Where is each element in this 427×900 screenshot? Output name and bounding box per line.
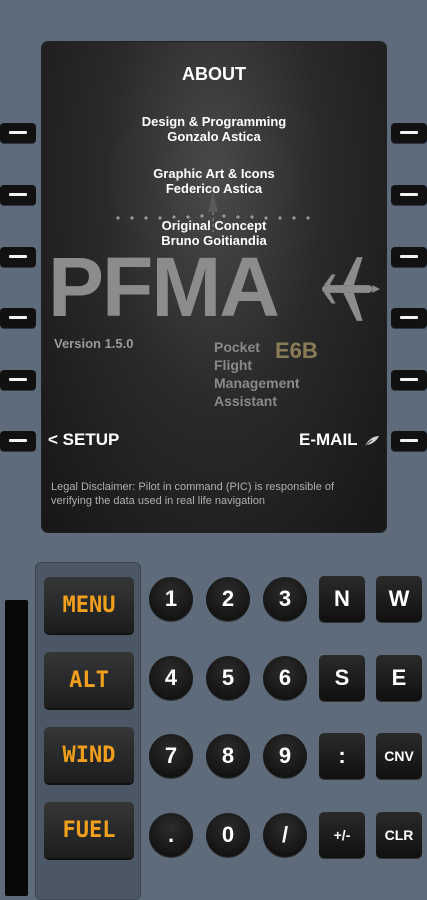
lsk-right-3[interactable] <box>391 247 427 267</box>
key-cnv[interactable]: CNV <box>376 733 422 779</box>
airplane-icon <box>322 257 380 321</box>
key-7[interactable]: 7 <box>149 734 193 778</box>
key-w[interactable]: W <box>376 576 422 622</box>
credit-design: Design & Programming Gonzalo Astica <box>42 114 386 144</box>
setup-link[interactable]: < SETUP <box>48 430 119 450</box>
legal-disclaimer: Legal Disclaimer: Pilot in command (PIC)… <box>51 481 335 507</box>
version-label: Version 1.5.0 <box>54 336 134 351</box>
lsk-right-6[interactable] <box>391 431 427 451</box>
lsk-left-1[interactable] <box>0 123 36 143</box>
key-0[interactable]: 0 <box>206 813 250 857</box>
lsk-left-5[interactable] <box>0 370 36 390</box>
lsk-right-5[interactable] <box>391 370 427 390</box>
lsk-left-3[interactable] <box>0 247 36 267</box>
key-s[interactable]: S <box>319 655 365 701</box>
credit-role: Graphic Art & Icons <box>153 166 275 181</box>
key-3[interactable]: 3 <box>263 577 307 621</box>
key-9[interactable]: 9 <box>263 734 307 778</box>
key-5[interactable]: 5 <box>206 656 250 700</box>
key-colon[interactable]: : <box>319 733 365 779</box>
display-screen: ABOUT Design & Programming Gonzalo Astic… <box>42 42 386 532</box>
lsk-right-4[interactable] <box>391 308 427 328</box>
lsk-left-2[interactable] <box>0 185 36 205</box>
key-2[interactable]: 2 <box>206 577 250 621</box>
credit-name: Gonzalo Astica <box>167 129 261 144</box>
key-decimal[interactable]: . <box>149 813 193 857</box>
quill-icon <box>364 435 379 446</box>
key-clr[interactable]: CLR <box>376 812 422 858</box>
lsk-left-6[interactable] <box>0 431 36 451</box>
key-4[interactable]: 4 <box>149 656 193 700</box>
alt-button[interactable]: ALT <box>44 652 134 708</box>
email-link[interactable]: E-MAIL <box>299 430 380 450</box>
email-label: E-MAIL <box>299 430 358 449</box>
tagline-line: Assistant <box>214 393 278 409</box>
side-slot <box>5 600 28 896</box>
credit-role: Design & Programming <box>141 114 287 129</box>
tagline-line: Management <box>214 375 300 391</box>
key-n[interactable]: N <box>319 576 365 622</box>
lsk-left-4[interactable] <box>0 308 36 328</box>
key-e[interactable]: E <box>376 655 422 701</box>
credit-role: Original Concept <box>161 218 267 233</box>
page-title: ABOUT <box>182 64 246 84</box>
key-plus-minus[interactable]: +/- <box>319 812 365 858</box>
key-slash[interactable]: / <box>263 813 307 857</box>
lsk-right-1[interactable] <box>391 123 427 143</box>
key-8[interactable]: 8 <box>206 734 250 778</box>
wind-button[interactable]: WIND <box>44 727 134 783</box>
app-logo-text: PFMA <box>48 240 280 334</box>
key-1[interactable]: 1 <box>149 577 193 621</box>
key-6[interactable]: 6 <box>263 656 307 700</box>
fuel-button[interactable]: FUEL <box>44 802 134 858</box>
e6b-label: E6B <box>275 338 318 363</box>
lsk-right-2[interactable] <box>391 185 427 205</box>
menu-button[interactable]: MENU <box>44 577 134 633</box>
